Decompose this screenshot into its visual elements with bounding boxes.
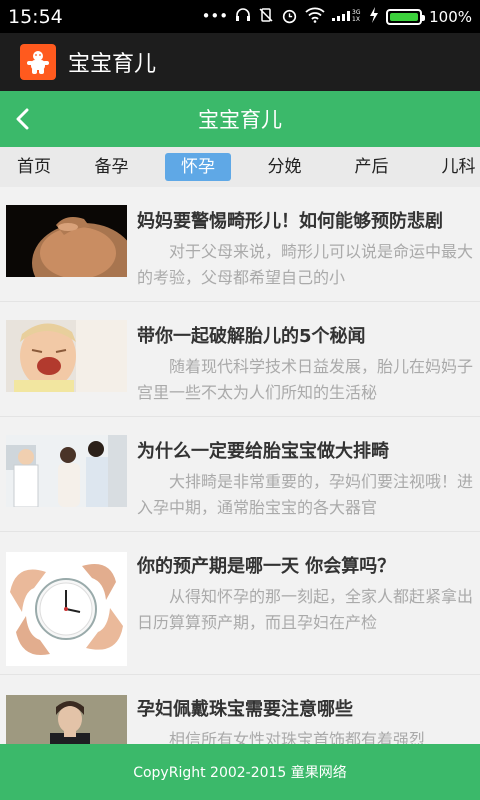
- footer: CopyRight 2002-2015 童果网络: [0, 744, 480, 800]
- list-item[interactable]: 你的预产期是哪一天 你会算吗？ 从得知怀孕的那一刻起，全家人都赶紧拿出日历算算预…: [0, 532, 480, 675]
- list-item[interactable]: 为什么一定要给胎宝宝做大排畸 大排畸是非常重要的，孕妈们要注视哦！进入孕中期，通…: [0, 417, 480, 532]
- battery-fill: [390, 12, 419, 21]
- tab-delivery[interactable]: 分娩: [241, 153, 328, 181]
- status-bar: 15:54 ••• 3G 1X 100%: [0, 0, 480, 33]
- status-time: 15:54: [8, 5, 63, 28]
- article-title: 孕妇佩戴珠宝需要注意哪些: [137, 699, 353, 720]
- category-tabs: 首页 备孕 怀孕 分娩 产后 儿科: [0, 147, 480, 187]
- article-thumbnail: [6, 205, 127, 277]
- app-name: 宝宝育儿: [68, 52, 157, 77]
- status-icons: ••• 3G 1X 100%: [202, 7, 472, 27]
- tab-postpartum[interactable]: 产后: [328, 153, 415, 181]
- chevron-left-icon: [16, 108, 29, 130]
- tab-prepregnancy[interactable]: 备孕: [68, 153, 155, 181]
- app-logo-icon: [20, 44, 56, 80]
- article-summary: 从得知怀孕的那一刻起，全家人都赶紧拿出日历算算预产期，而且孕妇在产检: [137, 587, 474, 632]
- more-dots-icon: •••: [201, 7, 229, 25]
- article-title: 带你一起破解胎儿的5个秘闻: [137, 326, 366, 347]
- signal-icon: 3G 1X: [332, 7, 362, 26]
- page-header: 宝宝育儿: [0, 91, 480, 147]
- svg-text:1X: 1X: [352, 16, 360, 23]
- wifi-icon: [305, 7, 325, 26]
- article-thumbnail: [6, 320, 127, 392]
- article-summary: 随着现代科学技术日益发展，胎儿在妈妈子宫里一些不太为人们所知的生活秘: [137, 357, 474, 402]
- tab-pregnancy[interactable]: 怀孕: [165, 153, 231, 181]
- vibrate-off-icon: [258, 7, 274, 26]
- back-button[interactable]: [8, 103, 36, 135]
- article-thumbnail: [6, 435, 127, 507]
- article-title: 妈妈要警惕畸形儿！如何能够预防悲剧: [137, 211, 443, 232]
- page-title: 宝宝育儿: [198, 108, 282, 132]
- svg-text:3G: 3G: [352, 9, 361, 16]
- tab-pediatrics[interactable]: 儿科: [415, 153, 480, 181]
- app-bar: 宝宝育儿: [0, 33, 480, 91]
- article-title: 你的预产期是哪一天 你会算吗？: [137, 556, 396, 577]
- battery-icon: [386, 8, 426, 25]
- article-thumbnail: [6, 552, 127, 666]
- tab-home[interactable]: 首页: [0, 153, 68, 181]
- footer-copyright: CopyRight 2002-2015 童果网络: [133, 765, 347, 781]
- article-list: 妈妈要警惕畸形儿！如何能够预防悲剧 对于父母来说，畸形儿可以说是命运中最大的考验…: [0, 187, 480, 744]
- article-summary: 相信所有女性对珠宝首饰都有着强烈: [169, 730, 426, 744]
- article-summary: 对于父母来说，畸形儿可以说是命运中最大的考验，父母都希望自己的小: [137, 242, 474, 287]
- charging-icon: [369, 7, 379, 26]
- alarm-icon: [281, 7, 298, 27]
- list-item[interactable]: 妈妈要警惕畸形儿！如何能够预防悲剧 对于父母来说，畸形儿可以说是命运中最大的考验…: [0, 187, 480, 302]
- article-title: 为什么一定要给胎宝宝做大排畸: [137, 441, 389, 462]
- headphones-icon: [235, 7, 251, 26]
- list-item[interactable]: 孕妇佩戴珠宝需要注意哪些 相信所有女性对珠宝首饰都有着强烈: [0, 675, 480, 744]
- list-item[interactable]: 带你一起破解胎儿的5个秘闻 随着现代科学技术日益发展，胎儿在妈妈子宫里一些不太为…: [0, 302, 480, 417]
- battery-percent: 100%: [429, 7, 472, 26]
- article-thumbnail: [6, 695, 127, 744]
- article-summary: 大排畸是非常重要的，孕妈们要注视哦！进入孕中期，通常胎宝宝的各大器官: [137, 472, 474, 517]
